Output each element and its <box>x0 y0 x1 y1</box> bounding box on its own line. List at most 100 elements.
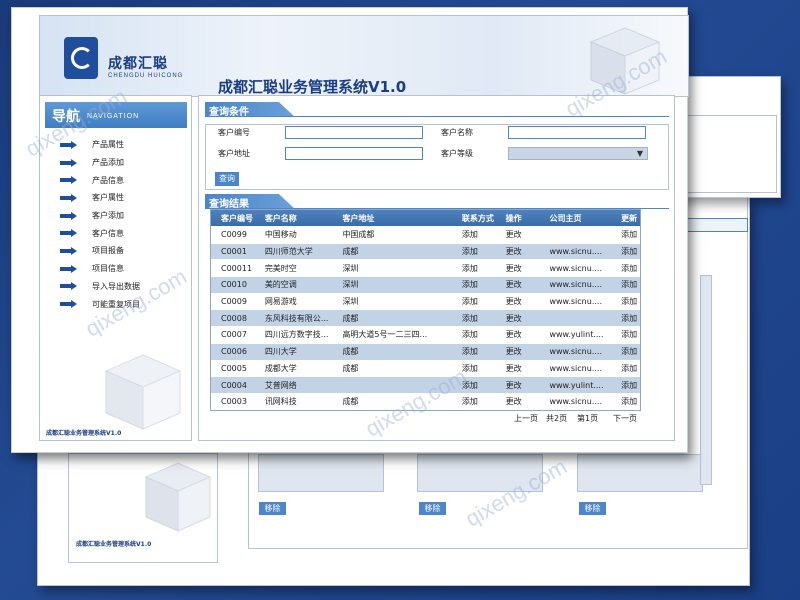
remove-button-3[interactable]: 移除 <box>579 502 606 515</box>
cell-homepage[interactable]: www.sicnu.... <box>539 397 611 406</box>
table-row[interactable]: C0001 四川师范大学 成都 添加 更改 www.sicnu.... 添加 <box>211 242 640 260</box>
customer-id-input[interactable] <box>285 126 423 139</box>
col-header-address[interactable]: 客户地址 <box>332 213 451 224</box>
remove-button-1[interactable]: 移除 <box>259 502 286 515</box>
col-header-contact[interactable]: 联系方式 <box>452 213 496 224</box>
prev-page-link[interactable]: 上一页 <box>514 413 538 424</box>
results-section-header: 查询结果 <box>205 194 295 209</box>
update-link[interactable]: 添加 <box>611 380 640 391</box>
edit-link[interactable]: 更改 <box>496 263 540 274</box>
cell-homepage[interactable]: www.sicnu.... <box>539 347 611 356</box>
cell-homepage[interactable]: www.sicnu.... <box>539 247 611 256</box>
next-page-link[interactable]: 下一页 <box>613 413 637 424</box>
sidebar-item-label: 可能重复项目 <box>92 299 140 309</box>
list-box-3[interactable] <box>577 454 703 492</box>
cell-customer-name: 东风科技有限公... <box>264 313 329 323</box>
brand-name-en: CHENGDU HUICONG <box>108 73 184 79</box>
table-row[interactable]: C0009 网易游戏 深圳 添加 更改 www.sicnu.... 添加 <box>211 292 640 310</box>
table-row[interactable]: C0010 美的空调 深圳 添加 更改 www.sicnu.... 添加 <box>211 276 640 293</box>
update-link[interactable]: 添加 <box>611 263 640 274</box>
sidebar-item-project-info[interactable]: 项目信息 <box>60 260 140 278</box>
edit-link[interactable]: 更改 <box>496 329 540 340</box>
edit-link[interactable]: 更改 <box>496 246 540 257</box>
cell-homepage[interactable]: www.sicnu.... <box>539 264 611 273</box>
edit-link[interactable]: 更改 <box>496 363 540 374</box>
add-contact-link[interactable]: 添加 <box>452 363 496 374</box>
sidebar-item-duplicate-projects[interactable]: 可能重复项目 <box>60 295 140 313</box>
query-form: 客户编号 客户名称 客户地址 客户等级 ▼ 查询 <box>205 124 669 190</box>
edit-link[interactable]: 更改 <box>496 279 540 290</box>
edit-link[interactable]: 更改 <box>496 346 540 357</box>
sidebar-item-import-export[interactable]: 导入导出数据 <box>60 278 140 296</box>
sidebar-item-customer-info[interactable]: 客户信息 <box>60 224 140 242</box>
remove-button-2[interactable]: 移除 <box>419 502 446 515</box>
col-header-customer-name[interactable]: 客户名称 <box>255 213 333 224</box>
cell-homepage[interactable]: www.sicnu.... <box>539 280 611 289</box>
update-link[interactable]: 添加 <box>611 313 640 324</box>
list-box-2[interactable] <box>417 454 543 492</box>
update-link[interactable]: 添加 <box>611 396 640 407</box>
edit-link[interactable]: 更改 <box>496 296 540 307</box>
table-row[interactable]: C00011 完美时空 深圳 添加 更改 www.sicnu.... 添加 <box>211 259 640 277</box>
cell-customer-id: C0003 <box>221 397 247 407</box>
update-link[interactable]: 添加 <box>611 279 640 290</box>
arrow-right-icon <box>60 300 78 309</box>
header-banner: 成都汇聪 CHENGDU HUICONG 成都汇聪业务管理系统V1.0 <box>39 15 689 97</box>
cell-homepage[interactable]: www.sicnu.... <box>539 364 611 373</box>
customer-address-input[interactable] <box>285 147 423 160</box>
cube-graphic-icon <box>144 462 212 532</box>
update-link[interactable]: 添加 <box>611 296 640 307</box>
col-header-homepage[interactable]: 公司主页 <box>539 213 611 224</box>
sidebar-item-customer-add[interactable]: 客户添加 <box>60 207 140 225</box>
sidebar-item-product-attributes[interactable]: 产品属性 <box>60 136 140 154</box>
table-row[interactable]: C0006 四川大学 成都 添加 更改 www.sicnu.... 添加 <box>211 342 640 360</box>
customer-address-label: 客户地址 <box>218 149 250 158</box>
sidebar-item-customer-attributes[interactable]: 客户属性 <box>60 189 140 207</box>
col-header-operation[interactable]: 操作 <box>496 213 540 224</box>
table-row[interactable]: C0005 成都大学 成都 添加 更改 www.sicnu.... 添加 <box>211 359 640 377</box>
query-button[interactable]: 查询 <box>215 172 239 186</box>
add-contact-link[interactable]: 添加 <box>452 329 496 340</box>
col-header-customer-id[interactable]: 客户编号 <box>211 213 255 224</box>
add-contact-link[interactable]: 添加 <box>452 346 496 357</box>
add-contact-link[interactable]: 添加 <box>452 313 496 324</box>
query-section-header: 查询条件 <box>205 102 295 117</box>
sidebar-item-product-add[interactable]: 产品添加 <box>60 154 140 172</box>
add-contact-link[interactable]: 添加 <box>452 396 496 407</box>
add-contact-link[interactable]: 添加 <box>452 263 496 274</box>
add-contact-link[interactable]: 添加 <box>452 246 496 257</box>
update-link[interactable]: 添加 <box>611 363 640 374</box>
cell-homepage[interactable]: www.yulint.... <box>539 330 611 339</box>
cell-homepage[interactable]: www.sicnu.... <box>539 297 611 306</box>
sidebar-item-label: 客户属性 <box>92 193 124 203</box>
col-header-update[interactable]: 更新 <box>611 213 640 224</box>
table-row[interactable]: C0008 东风科技有限公... 成都 添加 更改 添加 <box>211 309 640 327</box>
sidebar-item-project-report[interactable]: 项目报备 <box>60 242 140 260</box>
update-link[interactable]: 添加 <box>611 329 640 340</box>
update-link[interactable]: 添加 <box>611 246 640 257</box>
table-row[interactable]: C0003 讯网科技 成都 添加 更改 www.sicnu.... 添加 <box>211 392 640 410</box>
customer-name-label: 客户名称 <box>441 128 473 137</box>
update-link[interactable]: 添加 <box>611 229 640 240</box>
sidebar-item-product-info[interactable]: 产品信息 <box>60 171 140 189</box>
update-link[interactable]: 添加 <box>611 346 640 357</box>
add-contact-link[interactable]: 添加 <box>452 296 496 307</box>
add-contact-link[interactable]: 添加 <box>452 380 496 391</box>
edit-link[interactable]: 更改 <box>496 229 540 240</box>
list-box-1[interactable] <box>258 454 384 492</box>
cell-homepage[interactable]: www.yulint.... <box>539 381 611 390</box>
edit-link[interactable]: 更改 <box>496 380 540 391</box>
customer-level-select[interactable]: ▼ <box>508 147 648 160</box>
cell-customer-name: 中国移动 <box>264 230 297 240</box>
cell-customer-id: C0099 <box>221 230 247 240</box>
customer-name-input[interactable] <box>508 126 646 139</box>
table-row[interactable]: C0099 中国移动 中国成都 添加 更改 添加 <box>211 226 640 243</box>
customer-id-label: 客户编号 <box>218 128 250 137</box>
add-contact-link[interactable]: 添加 <box>452 279 496 290</box>
table-row[interactable]: C0004 艾普网络 添加 更改 www.yulint.... 添加 <box>211 376 640 393</box>
edit-link[interactable]: 更改 <box>496 313 540 324</box>
cell-customer-name: 艾普网络 <box>264 380 297 390</box>
add-contact-link[interactable]: 添加 <box>452 229 496 240</box>
table-row[interactable]: C0007 四川远方数字技... 高明大道5号一二三四... 添加 更改 www.yuli… <box>211 326 640 343</box>
edit-link[interactable]: 更改 <box>496 396 540 407</box>
